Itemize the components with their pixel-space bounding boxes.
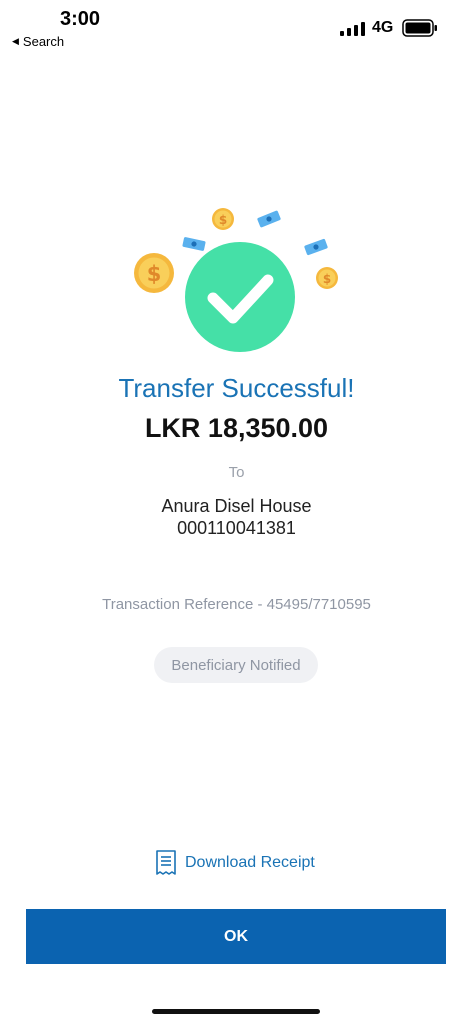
download-receipt-button[interactable]: Download Receipt	[155, 850, 315, 876]
banknote-icon	[257, 210, 281, 228]
transaction-reference: Transaction Reference - 45495/7710595	[102, 596, 371, 613]
success-illustration: $ $ $	[134, 208, 338, 352]
svg-text:$: $	[219, 213, 227, 227]
page-title: Transfer Successful!	[118, 373, 355, 403]
svg-text:$: $	[147, 262, 162, 286]
to-label: To	[228, 464, 245, 481]
cellular-signal-icon	[340, 22, 365, 36]
status-badge: Beneficiary Notified	[154, 647, 318, 683]
back-to-search[interactable]: ◀ Search	[12, 34, 64, 49]
recipient-account-number: 000110041381	[177, 518, 296, 538]
home-indicator	[152, 1009, 320, 1014]
status-time: 3:00	[60, 8, 101, 30]
coin-icon: $	[316, 267, 338, 289]
receipt-icon	[156, 850, 176, 875]
battery-icon	[402, 19, 437, 37]
back-label: Search	[22, 34, 65, 49]
transfer-amount: LKR 18,350.00	[144, 413, 329, 443]
download-receipt-label: Download Receipt	[185, 854, 315, 871]
banknote-icon	[304, 238, 328, 256]
svg-text:$: $	[323, 272, 331, 286]
network-type: 4G	[372, 19, 394, 36]
checkmark-icon	[185, 242, 295, 352]
ok-button[interactable]: OK	[26, 909, 446, 964]
coin-icon: $	[212, 208, 234, 230]
back-triangle-icon: ◀	[12, 36, 19, 46]
banknote-icon	[182, 237, 206, 251]
recipient-name: Anura Disel House	[161, 496, 312, 516]
coin-icon: $	[134, 253, 174, 293]
